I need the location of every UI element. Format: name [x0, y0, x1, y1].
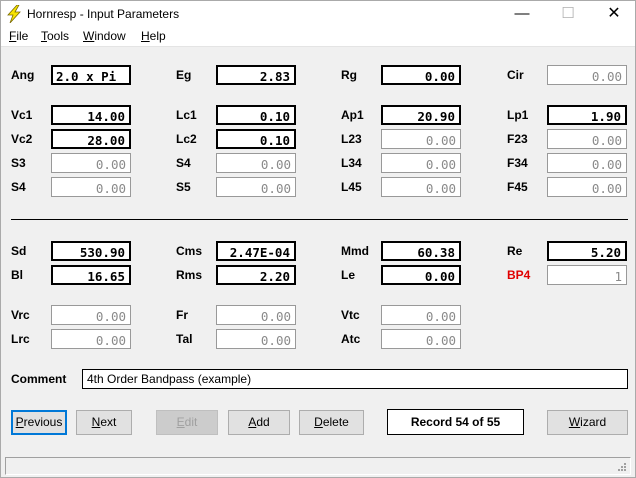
close-button[interactable]: ✕ — [591, 1, 636, 27]
label-f34: F34 — [507, 156, 528, 170]
field-lrc[interactable]: 0.00 — [51, 329, 131, 349]
field-vrc[interactable]: 0.00 — [51, 305, 131, 325]
minimize-button[interactable]: — — [499, 1, 545, 27]
label-re: Re — [507, 244, 523, 258]
label-sd: Sd — [11, 244, 27, 258]
field-atc[interactable]: 0.00 — [381, 329, 461, 349]
menu-file[interactable]: File — [9, 29, 28, 43]
menu-bar: File Tools Window Help — [1, 27, 635, 47]
field-le[interactable]: 0.00 — [381, 265, 461, 285]
label-eg: Eg — [176, 68, 192, 82]
resize-grip-icon[interactable] — [616, 461, 626, 471]
field-s4-mid[interactable]: 0.00 — [216, 153, 296, 173]
wizard-button[interactable]: Wizard — [547, 410, 628, 435]
field-bp4[interactable]: 1 — [547, 265, 627, 285]
field-re[interactable]: 5.20 — [547, 241, 627, 261]
field-f34[interactable]: 0.00 — [547, 153, 627, 173]
maximize-button[interactable]: ☐ — [545, 1, 591, 27]
field-mmd[interactable]: 60.38 — [381, 241, 461, 261]
label-rg: Rg — [341, 68, 357, 82]
label-l23: L23 — [341, 132, 362, 146]
field-eg[interactable]: 2.83 — [216, 65, 296, 85]
menu-window[interactable]: Window — [83, 29, 126, 43]
label-lc1: Lc1 — [176, 108, 197, 122]
label-f45: F45 — [507, 180, 528, 194]
menu-help[interactable]: Help — [141, 29, 166, 43]
label-vc1: Vc1 — [11, 108, 33, 122]
label-vc2: Vc2 — [11, 132, 33, 146]
section-divider — [11, 219, 628, 220]
title-bar[interactable]: Hornresp - Input Parameters — ☐ ✕ — [1, 1, 635, 27]
field-s4[interactable]: 0.00 — [51, 177, 131, 197]
field-ap1[interactable]: 20.90 — [381, 105, 461, 125]
label-vrc: Vrc — [11, 308, 30, 322]
label-comment: Comment — [11, 372, 67, 386]
main-window: Hornresp - Input Parameters — ☐ ✕ File T… — [0, 0, 636, 478]
field-l45[interactable]: 0.00 — [381, 177, 461, 197]
field-lp1[interactable]: 1.90 — [547, 105, 627, 125]
comment-field[interactable]: 4th Order Bandpass (example) — [82, 369, 628, 389]
label-s4: S4 — [11, 180, 26, 194]
field-cms[interactable]: 2.47E-04 — [216, 241, 296, 261]
field-bl[interactable]: 16.65 — [51, 265, 131, 285]
field-f23[interactable]: 0.00 — [547, 129, 627, 149]
lightning-bolt-icon — [7, 5, 21, 23]
label-l34: L34 — [341, 156, 362, 170]
field-rms[interactable]: 2.20 — [216, 265, 296, 285]
label-ap1: Ap1 — [341, 108, 364, 122]
field-cir[interactable]: 0.00 — [547, 65, 627, 85]
field-l23[interactable]: 0.00 — [381, 129, 461, 149]
field-l34[interactable]: 0.00 — [381, 153, 461, 173]
status-bar — [5, 457, 631, 475]
label-atc: Atc — [341, 332, 361, 346]
field-fr[interactable]: 0.00 — [216, 305, 296, 325]
field-vtc[interactable]: 0.00 — [381, 305, 461, 325]
label-rms: Rms — [176, 268, 203, 282]
label-tal: Tal — [176, 332, 193, 346]
delete-button[interactable]: Delete — [299, 410, 364, 435]
field-sd[interactable]: 530.90 — [51, 241, 131, 261]
add-button[interactable]: Add — [228, 410, 290, 435]
field-lc1[interactable]: 0.10 — [216, 105, 296, 125]
field-lc2[interactable]: 0.10 — [216, 129, 296, 149]
label-lc2: Lc2 — [176, 132, 197, 146]
field-rg[interactable]: 0.00 — [381, 65, 461, 85]
label-le: Le — [341, 268, 356, 282]
label-ang: Ang — [11, 68, 35, 82]
label-s5: S5 — [176, 180, 191, 194]
label-vtc: Vtc — [341, 308, 360, 322]
menu-tools[interactable]: Tools — [41, 29, 69, 43]
previous-button[interactable]: Previous — [11, 410, 67, 435]
field-f45[interactable]: 0.00 — [547, 177, 627, 197]
field-s3[interactable]: 0.00 — [51, 153, 131, 173]
label-cir: Cir — [507, 68, 524, 82]
label-cms: Cms — [176, 244, 203, 258]
label-f23: F23 — [507, 132, 528, 146]
field-ang[interactable]: 2.0 x Pi — [51, 65, 131, 85]
field-s5[interactable]: 0.00 — [216, 177, 296, 197]
label-mmd: Mmd — [341, 244, 369, 258]
record-indicator: Record 54 of 55 — [387, 409, 524, 435]
field-vc2[interactable]: 28.00 — [51, 129, 131, 149]
label-s4-mid: S4 — [176, 156, 191, 170]
field-vc1[interactable]: 14.00 — [51, 105, 131, 125]
label-lp1: Lp1 — [507, 108, 529, 122]
label-bl: Bl — [11, 268, 23, 282]
edit-button[interactable]: Edit — [156, 410, 218, 435]
label-bp4[interactable]: BP4 — [507, 268, 530, 282]
window-title: Hornresp - Input Parameters — [27, 7, 180, 21]
next-button[interactable]: Next — [76, 410, 132, 435]
label-lrc: Lrc — [11, 332, 30, 346]
label-s3: S3 — [11, 156, 26, 170]
field-tal[interactable]: 0.00 — [216, 329, 296, 349]
label-fr: Fr — [176, 308, 188, 322]
label-l45: L45 — [341, 180, 362, 194]
